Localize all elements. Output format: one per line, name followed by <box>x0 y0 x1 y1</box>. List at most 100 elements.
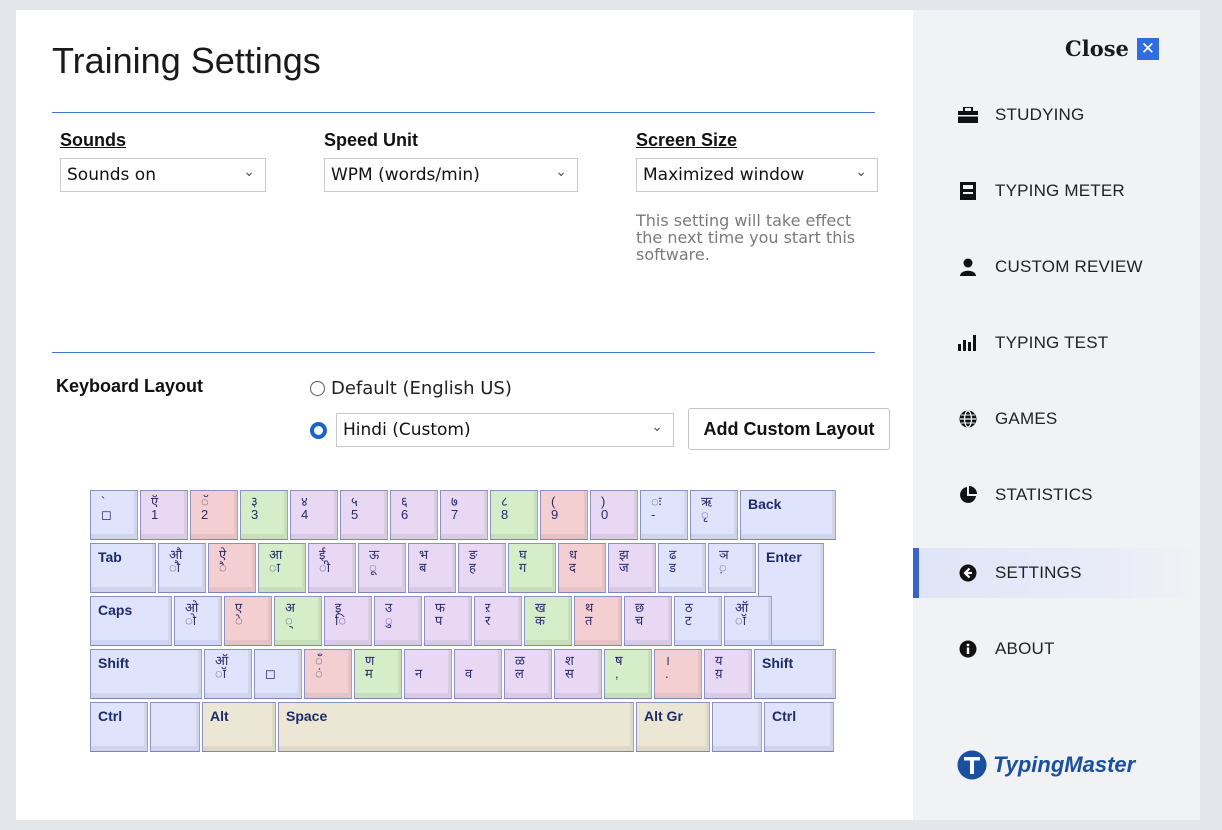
briefcase-icon <box>957 104 979 126</box>
keyboard-key: ऑॉ <box>204 649 252 699</box>
keyboard-key: ओो <box>174 596 222 646</box>
keyboard-key: धद <box>558 543 606 593</box>
screen-size-note: This setting will take effect the next t… <box>636 211 856 264</box>
sounds-select[interactable]: Sounds on ⌄ <box>60 158 266 192</box>
sidebar-item-studying[interactable]: STUDYING <box>913 90 1200 140</box>
keyboard-key: झज <box>608 543 656 593</box>
keyboard-key: णम <box>354 649 402 699</box>
sidebar-item-about[interactable]: ABOUT <box>913 624 1200 674</box>
sidebar-item-settings[interactable]: SETTINGS <box>913 548 1200 598</box>
bar-chart-icon <box>957 332 979 354</box>
keyboard-key: व <box>454 649 502 699</box>
page-title: Training Settings <box>52 40 321 81</box>
sidebar-item-typing-meter[interactable]: TYPING METER <box>913 166 1200 216</box>
typingmaster-logo-icon <box>957 750 987 780</box>
chevron-down-icon: ⌄ <box>555 164 567 180</box>
keyboard-key: ः - <box>640 490 688 540</box>
keyboard-key: Alt <box>202 702 276 752</box>
custom-layout-select[interactable]: Hindi (Custom) ⌄ <box>336 413 674 447</box>
sidebar-item-label: SETTINGS <box>995 563 1082 582</box>
typingmaster-logo: TypingMaster <box>957 750 1135 780</box>
chevron-down-icon: ⌄ <box>651 419 663 435</box>
keyboard-key: एे <box>224 596 272 646</box>
chevron-down-icon: ⌄ <box>855 164 867 180</box>
screen-size-select[interactable]: Maximized window ⌄ <box>636 158 878 192</box>
speed-unit-label: Speed Unit <box>324 130 419 150</box>
settings-panel: Training Settings Sounds Sounds on ⌄ Spee… <box>16 10 913 820</box>
keyboard-key: ळल <box>504 649 552 699</box>
sidebar-item-label: STUDYING <box>995 105 1085 124</box>
speed-unit-select[interactable]: WPM (words/min) ⌄ <box>324 158 578 192</box>
keyboard-key: ७7 <box>440 490 488 540</box>
keyboard-key <box>150 702 200 752</box>
back-arrow-icon <box>957 562 979 584</box>
pie-chart-icon <box>957 484 979 506</box>
sidebar-item-label: ABOUT <box>995 639 1055 658</box>
keyboard-key: ँं <box>304 649 352 699</box>
radio-button-selected[interactable] <box>310 422 327 439</box>
keyboard-key: ष, <box>604 649 652 699</box>
sidebar-item-label: TYPING TEST <box>995 333 1109 352</box>
keyboard-key: ञ़ <box>708 543 756 593</box>
sidebar-item-statistics[interactable]: STATISTICS <box>913 470 1200 520</box>
keyboard-key: न <box>404 649 452 699</box>
keyboard-key: ऊू <box>358 543 406 593</box>
screen-size-label: Screen Size <box>636 130 738 150</box>
keyboard-key: ` ◻ <box>90 490 138 540</box>
keyboard-key: ॅ 2 <box>190 490 238 540</box>
keyboard-key: Shift <box>90 649 202 699</box>
keyboard-key: इि <box>324 596 372 646</box>
keyboard-key: Ctrl <box>764 702 834 752</box>
keyboard-key: Shift <box>754 649 836 699</box>
keyboard-key: अ् <box>274 596 322 646</box>
sidebar-item-label: TYPING METER <box>995 181 1125 200</box>
chevron-down-icon: ⌄ <box>243 164 255 180</box>
keyboard-key: ।. <box>654 649 702 699</box>
globe-icon <box>957 408 979 430</box>
keyboard-key: ८8 <box>490 490 538 540</box>
keyboard-key: ऐै <box>208 543 256 593</box>
keyboard-key: ३3 <box>240 490 288 540</box>
section-divider <box>52 112 875 113</box>
keyboard-key: उु <box>374 596 422 646</box>
section-divider <box>52 352 875 353</box>
sidebar-item-label: STATISTICS <box>995 485 1093 504</box>
keyboard-key: Back <box>740 490 836 540</box>
keyboard-key: ठट <box>674 596 722 646</box>
keyboard-key: खक <box>524 596 572 646</box>
keyboard-key: ऑॉ <box>724 596 772 646</box>
radio-button[interactable] <box>310 381 325 396</box>
sidebar-item-label: GAMES <box>995 409 1058 428</box>
radio-custom-layout[interactable] <box>310 422 333 439</box>
close-button[interactable]: Close ✕ <box>1065 36 1159 61</box>
keyboard-key: ऱर <box>474 596 522 646</box>
keyboard-key: य य़ <box>704 649 752 699</box>
keyboard-key: थत <box>574 596 622 646</box>
add-custom-layout-button[interactable]: Add Custom Layout <box>688 408 890 450</box>
radio-label: Default (English US) <box>331 378 512 399</box>
keyboard-key: भब <box>408 543 456 593</box>
keyboard-key: आा <box>258 543 306 593</box>
sounds-label: Sounds <box>60 130 126 150</box>
sidebar: Close ✕ STUDYING TYPING METER CUSTOM REV… <box>913 10 1200 820</box>
close-icon[interactable]: ✕ <box>1136 37 1159 60</box>
keyboard-key: Tab <box>90 543 156 593</box>
keyboard-layout-preview: ` ◻ ऍ 1ॅ 2 ३ 3 ४ 4 ५ 5 ६ 6 ७ 7 ८ 8(9) 0ः - ऋृ Back Tab औौ ऐै आा ई… <box>90 490 846 756</box>
radio-default-layout[interactable]: Default (English US) <box>310 378 512 399</box>
keyboard-key: (9 <box>540 490 588 540</box>
keyboard-key: छच <box>624 596 672 646</box>
keyboard-key: ४4 <box>290 490 338 540</box>
close-label: Close <box>1065 36 1129 61</box>
keyboard-key: घग <box>508 543 556 593</box>
sidebar-item-custom-review[interactable]: CUSTOM REVIEW <box>913 242 1200 292</box>
keyboard-key: ईी <box>308 543 356 593</box>
keyboard-layout-label: Keyboard Layout <box>56 376 204 396</box>
keyboard-key: Space <box>278 702 634 752</box>
sidebar-item-typing-test[interactable]: TYPING TEST <box>913 318 1200 368</box>
keyboard-key: ५5 <box>340 490 388 540</box>
sidebar-item-label: CUSTOM REVIEW <box>995 257 1143 276</box>
keyboard-key <box>712 702 762 752</box>
keyboard-key: ढड <box>658 543 706 593</box>
sidebar-item-games[interactable]: GAMES <box>913 394 1200 444</box>
keyboard-key: ऋृ <box>690 490 738 540</box>
